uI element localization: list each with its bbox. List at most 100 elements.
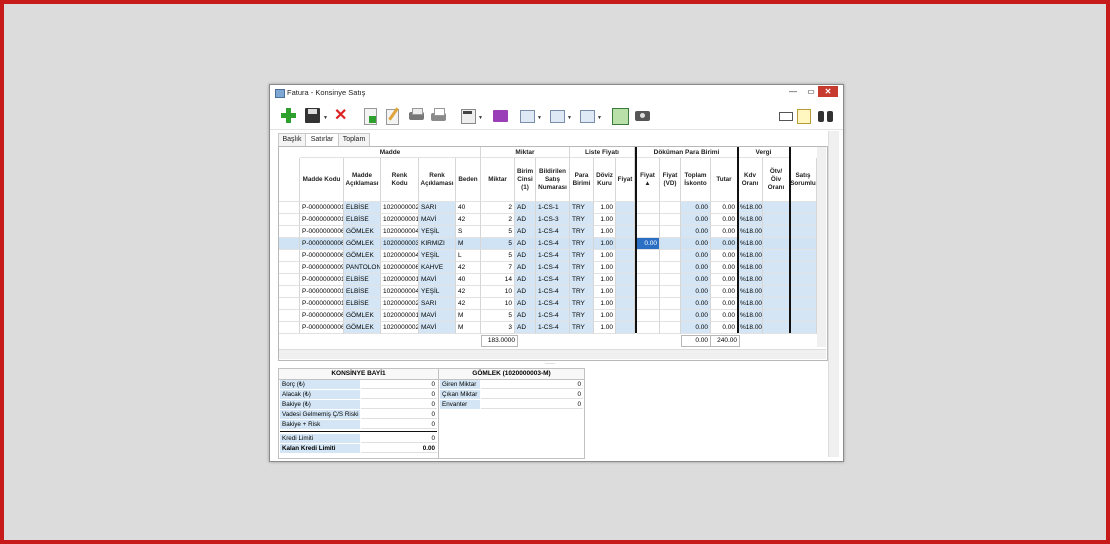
grid-cell[interactable] [763, 262, 790, 274]
grid-cell[interactable]: 1-CS-4 [536, 310, 570, 322]
grid-cell[interactable]: P-0000000001 [300, 202, 344, 214]
grid-cell[interactable]: 1.00 [594, 226, 616, 238]
print-preview-icon[interactable] [408, 107, 425, 124]
grid-cell[interactable]: 0.00 [711, 202, 738, 214]
grid-cell[interactable]: TRY [570, 202, 594, 214]
column-header-fiyat2[interactable]: Fiyat ▲ [636, 158, 660, 202]
column-header-toplam-iskonto[interactable]: Toplam İskonto [681, 158, 711, 202]
grid-cell[interactable]: 0.00 [681, 298, 711, 310]
grid-cell[interactable] [790, 310, 817, 322]
edit-icon[interactable] [384, 107, 401, 125]
grid-cell[interactable]: KIRMIZI [419, 238, 456, 250]
grid-cell[interactable]: AD [515, 226, 536, 238]
folder-icon[interactable] [492, 107, 509, 124]
grid-cell[interactable]: TRY [570, 310, 594, 322]
grid-cell[interactable]: %18.00 [738, 322, 763, 334]
grid-horizontal-scrollbar[interactable] [279, 349, 826, 359]
grid-cell[interactable]: AD [515, 274, 536, 286]
report2-dropdown-icon[interactable]: ▼ [567, 115, 572, 121]
grid-cell[interactable]: ELBİSE [344, 286, 381, 298]
grid-cell[interactable]: AD [515, 310, 536, 322]
grid-cell[interactable]: AD [515, 298, 536, 310]
column-header-madde-aciklamasi[interactable]: Madde Açıklaması [344, 158, 381, 202]
grid-cell[interactable]: TRY [570, 298, 594, 310]
row-selector[interactable] [279, 286, 300, 298]
grid-cell[interactable]: GÖMLEK [344, 238, 381, 250]
grid-cell[interactable] [636, 298, 660, 310]
print-icon[interactable] [430, 107, 447, 124]
grid-cell[interactable]: 1020000002 [381, 298, 419, 310]
grid-cell[interactable]: ELBİSE [344, 214, 381, 226]
grid-cell[interactable] [636, 250, 660, 262]
report-icon[interactable] [518, 107, 535, 124]
grid-cell[interactable]: 1020000002 [381, 322, 419, 334]
grid-cell[interactable]: 42 [456, 298, 481, 310]
row-selector[interactable] [279, 298, 300, 310]
grid-cell[interactable]: 1-CS-3 [536, 214, 570, 226]
note-icon[interactable] [795, 107, 812, 124]
grid-cell[interactable]: GÖMLEK [344, 250, 381, 262]
grid-cell[interactable]: P-0000000001 [300, 286, 344, 298]
grid-cell[interactable]: AD [515, 262, 536, 274]
grid-cell[interactable]: M [456, 238, 481, 250]
grid-cell[interactable] [660, 262, 681, 274]
grid-cell[interactable]: 42 [456, 262, 481, 274]
grid-cell[interactable]: 0.00 [681, 238, 711, 250]
grid-cell[interactable] [616, 322, 635, 334]
grid-cell[interactable]: 1-CS-4 [536, 274, 570, 286]
grid-cell[interactable]: 1.00 [594, 262, 616, 274]
grid-cell[interactable] [660, 202, 681, 214]
grid-cell[interactable]: YEŞİL [419, 226, 456, 238]
grid-cell[interactable]: 5 [481, 310, 515, 322]
grid-cell[interactable]: P-0000000001 [300, 214, 344, 226]
grid-cell[interactable]: 1-CS-4 [536, 298, 570, 310]
grid-cell[interactable] [660, 298, 681, 310]
grid-cell[interactable] [636, 214, 660, 226]
grid-cell[interactable] [636, 226, 660, 238]
grid-cell[interactable] [616, 238, 635, 250]
grid-cell[interactable]: 1.00 [594, 322, 616, 334]
calculator-icon[interactable] [459, 107, 476, 124]
grid-cell[interactable] [790, 214, 817, 226]
message-icon[interactable] [777, 107, 794, 124]
grid-cell[interactable]: %18.00 [738, 238, 763, 250]
grid-cell[interactable]: 0.00 [711, 286, 738, 298]
grid-cell[interactable]: AD [515, 250, 536, 262]
report-dropdown-icon[interactable]: ▼ [537, 115, 542, 121]
grid-cell[interactable]: 1020000004 [381, 250, 419, 262]
grid-cell[interactable]: GÖMLEK [344, 226, 381, 238]
grid-cell[interactable]: 1020000001 [381, 214, 419, 226]
grid-cell[interactable]: 0.00 [711, 238, 738, 250]
row-selector[interactable] [279, 322, 300, 334]
grid-cell[interactable]: 1020000002 [381, 202, 419, 214]
grid-cell[interactable]: MAVİ [419, 322, 456, 334]
grid-cell[interactable] [660, 286, 681, 298]
grid-cell[interactable]: 1020000004 [381, 286, 419, 298]
row-selector[interactable] [279, 238, 300, 250]
grid-cell[interactable]: ELBİSE [344, 298, 381, 310]
grid-icon[interactable] [611, 107, 629, 125]
grid-cell[interactable] [763, 322, 790, 334]
grid-cell[interactable]: 1020000001 [381, 274, 419, 286]
grid-cell[interactable] [790, 298, 817, 310]
grid-cell[interactable]: 1-CS-4 [536, 286, 570, 298]
grid-cell[interactable] [763, 310, 790, 322]
grid-cell[interactable]: 0.00 [711, 274, 738, 286]
splitter-handle[interactable]: ····· [545, 361, 555, 367]
grid-cell[interactable]: 0.00 [681, 262, 711, 274]
grid-cell[interactable] [660, 274, 681, 286]
grid-cell[interactable]: 0.00 [711, 310, 738, 322]
grid-cell[interactable]: 1-CS-1 [536, 202, 570, 214]
grid-cell[interactable] [616, 298, 635, 310]
grid-cell[interactable]: M [456, 322, 481, 334]
grid-cell[interactable]: 1.00 [594, 238, 616, 250]
column-header-birim-cinsi[interactable]: Birim Cinsi (1) [515, 158, 536, 202]
grid-cell[interactable] [616, 202, 635, 214]
grid-cell[interactable] [763, 214, 790, 226]
grid-cell[interactable]: P-0000000006 [300, 310, 344, 322]
grid-cell[interactable]: SARI [419, 298, 456, 310]
grid-cell[interactable]: 0.00 [681, 226, 711, 238]
grid-cell[interactable]: 7 [481, 262, 515, 274]
grid-cell[interactable] [763, 238, 790, 250]
grid-cell[interactable] [763, 286, 790, 298]
